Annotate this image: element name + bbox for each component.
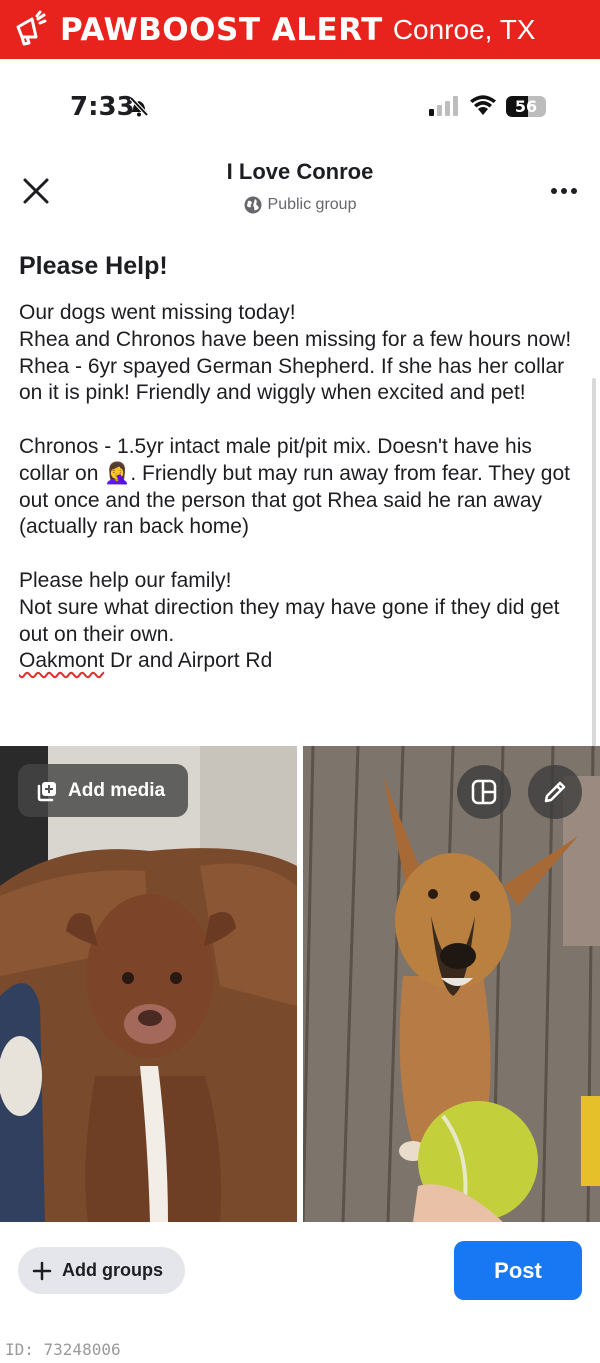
cellular-signal-icon (429, 96, 461, 121)
edit-pencil-icon (544, 781, 566, 803)
pawboost-alert-banner: PAWBOOST ALERT Conroe, TX (0, 0, 600, 59)
add-groups-button[interactable]: Add groups (18, 1247, 185, 1294)
group-subtitle: Public group (267, 196, 357, 213)
alert-location: Conroe, TX (392, 13, 536, 45)
image-id-label: ID: 73248006 (5, 1340, 121, 1359)
post-line: Rhea and Chronos have been missing for a… (19, 327, 572, 351)
alert-brand: PAWBOOST ALERT (60, 11, 383, 48)
clock: 7:33 (70, 92, 135, 122)
plus-icon (32, 1261, 52, 1280)
post-line: Not sure what direction they may have go… (19, 595, 560, 646)
add-media-label: Add media (68, 779, 166, 801)
more-options-button[interactable] (546, 179, 582, 203)
layout-button[interactable] (457, 765, 511, 819)
post-location-line: Oakmont Dr and Airport Rd (19, 648, 584, 675)
more-icon (551, 188, 557, 194)
wifi-icon (469, 94, 497, 121)
location-street: Oakmont (19, 649, 105, 673)
status-bar: 7:33 56 (0, 59, 600, 155)
battery-level: 56 (514, 97, 538, 116)
group-header: I Love Conroe Public group (0, 155, 600, 235)
battery-icon: 56 (506, 96, 546, 117)
globe-icon (244, 196, 262, 214)
add-groups-label: Add groups (62, 1260, 163, 1280)
post-line: Rhea - 6yr spayed German Shepherd. If sh… (19, 354, 565, 405)
post-line: Chronos - 1.5yr intact male pit/pit mix.… (19, 434, 570, 539)
post-button[interactable]: Post (454, 1241, 582, 1300)
scrollbar[interactable] (592, 378, 596, 748)
bell-slash-icon (128, 95, 150, 122)
group-privacy: Public group (0, 196, 600, 214)
post-heading[interactable]: Please Help! (19, 252, 168, 281)
add-media-icon (37, 781, 56, 801)
megaphone-icon (8, 8, 52, 52)
edit-button[interactable] (528, 765, 582, 819)
location-rest: Dr and Airport Rd (104, 649, 273, 673)
post-line: Our dogs went missing today! (19, 301, 296, 324)
post-line: Please help our family! (19, 568, 232, 592)
more-icon-dot (561, 188, 567, 194)
group-title[interactable]: I Love Conroe (0, 159, 600, 185)
more-icon-dot (571, 188, 577, 194)
post-body[interactable]: Our dogs went missing today! Rhea and Ch… (19, 300, 584, 675)
add-media-button[interactable]: Add media (18, 764, 188, 817)
photo-chronos[interactable] (0, 746, 297, 1222)
layout-icon (471, 779, 497, 805)
